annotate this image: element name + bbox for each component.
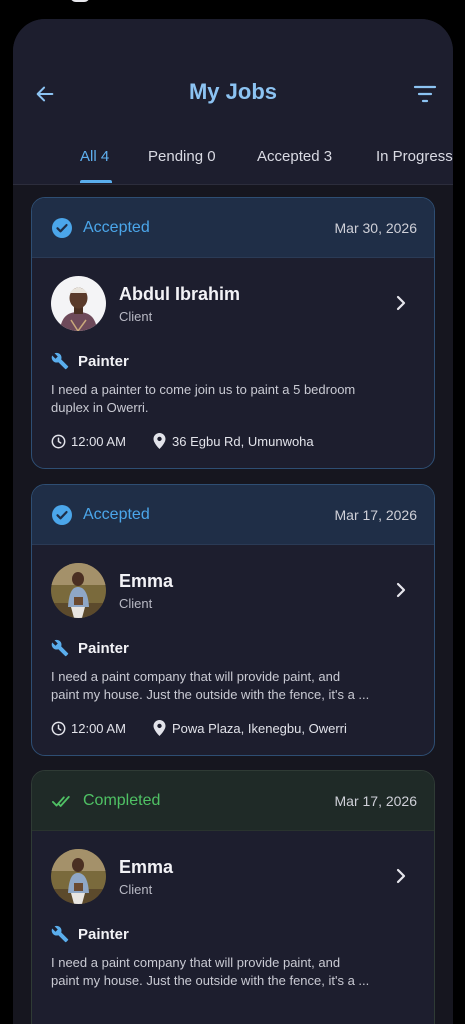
job-date: Mar 30, 2026	[334, 220, 418, 236]
status-label: Accepted	[83, 506, 150, 523]
job-card[interactable]: Accepted Mar 30, 2026 Abdul Ibrahim Clie…	[31, 197, 435, 469]
job-description: I need a paint company that will provide…	[51, 668, 421, 704]
wrench-icon	[51, 352, 69, 370]
location-pin-icon	[153, 433, 166, 449]
job-time: 12:00 AM	[71, 434, 126, 449]
filter-button[interactable]	[412, 82, 438, 106]
job-meta: 12:00 AM 36 Egbu Rd, Umunwoha	[51, 433, 431, 451]
job-time: 12:00 AM	[71, 721, 126, 736]
job-card[interactable]: Completed Mar 17, 2026 Emma Client Paint…	[31, 770, 435, 1024]
tab-in-progress[interactable]: In Progress	[376, 148, 453, 165]
job-description: I need a painter to come join us to pain…	[51, 381, 421, 417]
job-status-tabs: All 4 Pending 0 Accepted 3 In Progress	[13, 139, 453, 185]
description-line: paint my house. Just the outside with th…	[51, 973, 370, 988]
client-name: Emma	[119, 857, 174, 877]
tab-accepted[interactable]: Accepted 3	[257, 148, 332, 165]
job-location: Powa Plaza, Ikenegbu, Owerri	[172, 721, 347, 736]
status-label: Completed	[83, 792, 161, 809]
wrench-icon	[51, 639, 69, 657]
description-line: I need a painter to come join us to pain…	[51, 382, 356, 397]
job-card[interactable]: Accepted Mar 17, 2026 Emma Client Painte…	[31, 484, 435, 756]
description-line: paint my house. Just the outside with th…	[51, 687, 370, 702]
chevron-right-icon[interactable]	[392, 867, 410, 885]
status-bar-indicator	[70, 0, 90, 2]
job-date: Mar 17, 2026	[334, 793, 418, 809]
description-line: I need a paint company that will provide…	[51, 955, 341, 970]
filter-icon	[413, 85, 437, 103]
trade-label: Painter	[78, 353, 129, 370]
app-screen: My Jobs All 4 Pending 0 Accepted 3 In Pr…	[13, 19, 453, 1024]
wrench-icon	[51, 925, 69, 943]
status-label: Accepted	[83, 219, 150, 236]
clock-icon	[51, 721, 66, 736]
client-name: Emma	[119, 571, 174, 591]
location-pin-icon	[153, 720, 166, 736]
client-avatar	[51, 276, 106, 331]
check-circle-icon	[52, 505, 72, 525]
active-tab-indicator	[80, 180, 112, 183]
description-line: I need a paint company that will provide…	[51, 669, 341, 684]
double-check-icon	[52, 796, 70, 807]
client-avatar	[51, 849, 106, 904]
trade-label: Painter	[78, 640, 129, 657]
page-title: My Jobs	[188, 79, 278, 104]
job-location: 36 Egbu Rd, Umunwoha	[172, 434, 314, 449]
clock-icon	[51, 434, 66, 449]
job-meta: 12:00 AM Powa Plaza, Ikenegbu, Owerri	[51, 720, 431, 738]
tab-pending[interactable]: Pending 0	[148, 148, 216, 165]
chevron-right-icon[interactable]	[392, 581, 410, 599]
job-card-header: Accepted Mar 30, 2026	[32, 198, 434, 258]
client-avatar	[51, 563, 106, 618]
client-role: Client	[119, 882, 153, 897]
check-circle-icon	[52, 218, 72, 238]
job-card-header: Accepted Mar 17, 2026	[32, 485, 434, 545]
client-role: Client	[119, 309, 153, 324]
job-card-header: Completed Mar 17, 2026	[32, 771, 434, 831]
job-date: Mar 17, 2026	[334, 507, 418, 523]
client-name: Abdul Ibrahim	[119, 284, 240, 304]
tab-all[interactable]: All 4	[80, 148, 109, 165]
chevron-right-icon[interactable]	[392, 294, 410, 312]
trade-label: Painter	[78, 926, 129, 943]
app-bar: My Jobs All 4 Pending 0 Accepted 3 In Pr…	[13, 19, 453, 185]
description-line: duplex in Owerri.	[51, 400, 149, 415]
job-description: I need a paint company that will provide…	[51, 954, 421, 990]
client-role: Client	[119, 596, 153, 611]
